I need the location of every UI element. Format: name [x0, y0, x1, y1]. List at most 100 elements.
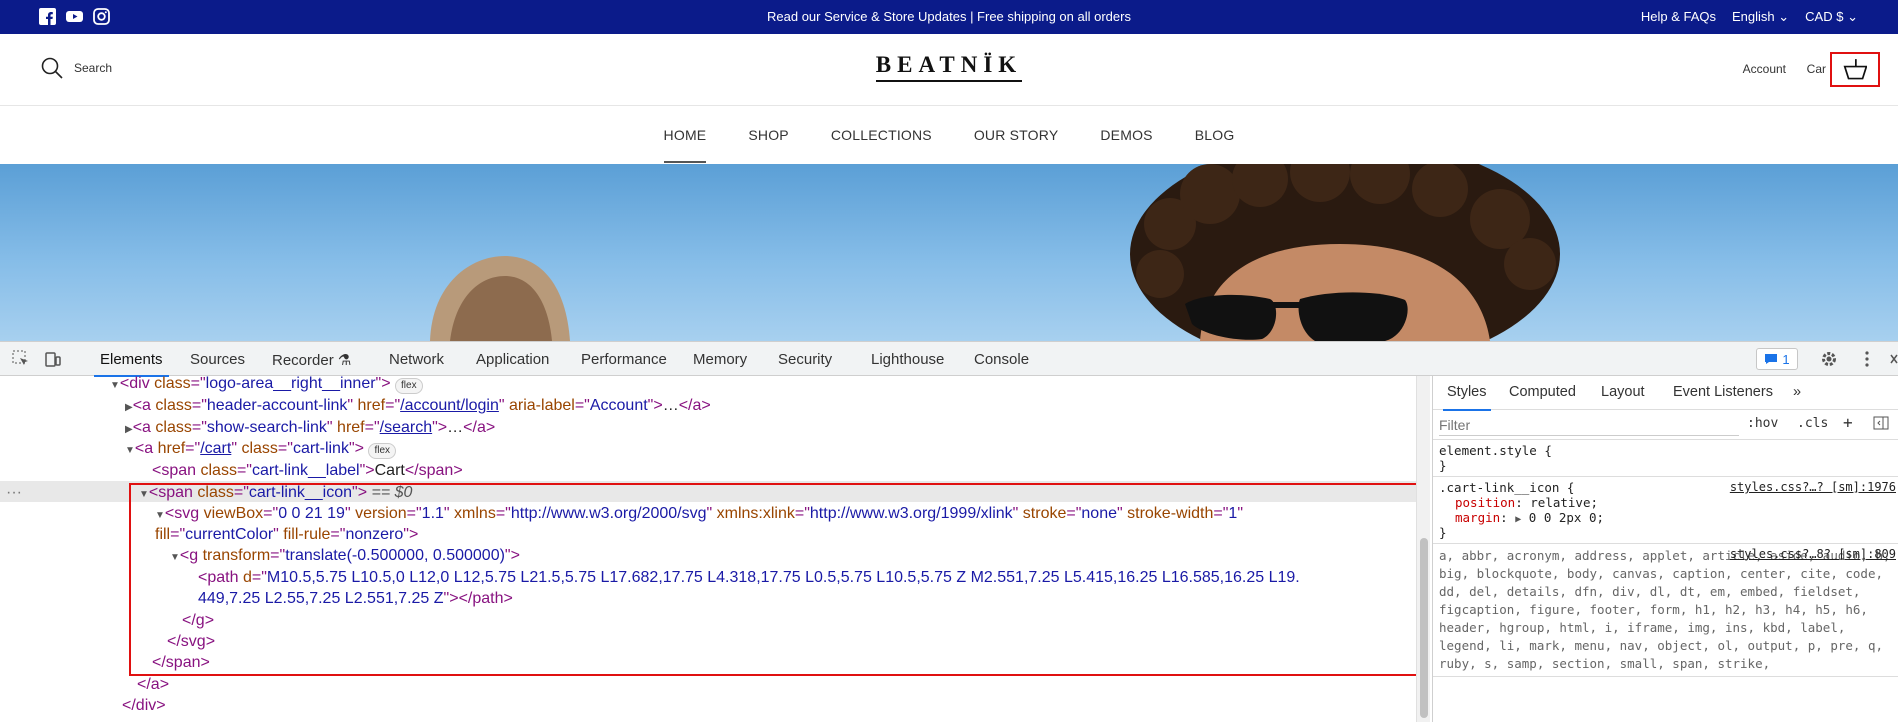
element-style-rule[interactable]: element.style { }	[1433, 440, 1898, 477]
nav-demos[interactable]: DEMOS	[1100, 106, 1152, 164]
hov-toggle[interactable]: :hov	[1747, 416, 1778, 431]
more-options-icon[interactable]	[1858, 350, 1876, 368]
cart-icon-highlight[interactable]	[1830, 52, 1880, 87]
announcement-bar: Read our Service & Store Updates | Free …	[0, 0, 1898, 34]
tab-performance[interactable]: Performance	[581, 351, 667, 368]
scrollbar-thumb[interactable]	[1420, 538, 1428, 718]
account-link[interactable]: Account	[1743, 62, 1786, 76]
attr-name: class	[155, 419, 192, 436]
attr-name: class	[200, 462, 237, 479]
recorder-label: Recorder	[272, 352, 334, 369]
attr-name: aria-label	[509, 397, 575, 414]
dom-node-cart-link[interactable]: ▼<a href="/cart" class="cart-link"> flex	[125, 438, 396, 459]
elements-scrollbar[interactable]	[1416, 376, 1430, 722]
attr-name: href	[357, 397, 386, 414]
close-icon[interactable]	[1890, 350, 1898, 368]
cart-label[interactable]: Car	[1807, 62, 1826, 76]
rule-selector-list: a, abbr, acronym, address, applet, artic…	[1439, 548, 1891, 671]
attr-link[interactable]: /cart	[200, 440, 231, 457]
flex-badge[interactable]: flex	[368, 443, 396, 459]
device-toolbar-icon[interactable]	[44, 350, 62, 368]
flex-badge[interactable]: flex	[395, 378, 423, 394]
attr-value: cart-link	[292, 440, 349, 457]
devtools-tab-bar: Elements Sources Recorder ⚗ Network Appl…	[0, 342, 1898, 377]
announcement-message[interactable]: Read our Service & Store Updates | Free …	[0, 9, 1898, 24]
highlight-box	[129, 483, 1420, 676]
attr-link[interactable]: /search	[380, 419, 432, 436]
issues-badge[interactable]: 1	[1756, 348, 1798, 370]
issues-count: 1	[1782, 351, 1790, 367]
logo-text: BEATNÏK	[875, 52, 1023, 82]
nav-collections[interactable]: COLLECTIONS	[831, 106, 932, 164]
cls-toggle[interactable]: .cls	[1797, 416, 1828, 431]
tab-application[interactable]: Application	[476, 351, 549, 368]
tab-memory[interactable]: Memory	[693, 351, 747, 368]
cart-link-icon-rule[interactable]: .cart-link__icon { styles.css?…? [sm]:19…	[1433, 477, 1898, 544]
dom-node-cart-label[interactable]: <span class="cart-link__label">Cart</spa…	[152, 460, 463, 481]
currency-selector[interactable]: CAD $ ⌄	[1805, 9, 1858, 25]
currency-label: CAD $	[1805, 9, 1844, 24]
property-value: relative;	[1530, 495, 1599, 510]
chevron-down-icon: ⌄	[1847, 9, 1858, 24]
language-selector[interactable]: English ⌄	[1732, 9, 1789, 25]
attr-name: class	[155, 397, 192, 414]
rule-close: }	[1439, 458, 1447, 473]
styles-tab-bar: Styles Computed Layout Event Listeners »	[1433, 376, 1898, 411]
dom-node-search-link[interactable]: ▶<a class="show-search-link" href="/sear…	[125, 417, 495, 438]
tab-computed[interactable]: Computed	[1509, 384, 1576, 400]
hero-image	[0, 164, 1898, 341]
chevron-double-right-icon[interactable]: »	[1793, 384, 1801, 400]
cart-icon	[1843, 58, 1867, 79]
dom-close-div[interactable]: </div>	[122, 695, 166, 716]
attr-name: href	[157, 440, 186, 457]
logo[interactable]: BEATNÏK	[0, 52, 1898, 82]
dom-node-logo-area[interactable]: ▼<div class="logo-area__right__inner"> f…	[110, 373, 423, 394]
locale-links: Help & FAQs English ⌄ CAD $ ⌄	[1641, 9, 1858, 25]
property-name: position	[1455, 495, 1516, 510]
styles-filter-input[interactable]	[1439, 414, 1739, 436]
expand-triangle-icon[interactable]: ▶	[1515, 514, 1521, 525]
attr-name: class	[154, 375, 191, 392]
tag-name: a	[150, 676, 160, 693]
main-nav: HOME SHOP COLLECTIONS OUR STORY DEMOS BL…	[0, 106, 1898, 164]
tab-security[interactable]: Security	[778, 351, 832, 368]
rule-source-link[interactable]: styles.css?…? [sm]:1976	[1730, 480, 1896, 494]
rule-property-position[interactable]: position: relative;	[1439, 495, 1892, 510]
tab-console[interactable]: Console	[974, 351, 1029, 368]
attr-value: header-account-link	[206, 397, 348, 414]
element-style-selector: element.style {	[1439, 443, 1552, 458]
language-label: English	[1732, 9, 1775, 24]
tab-network[interactable]: Network	[389, 351, 444, 368]
tab-lighthouse[interactable]: Lighthouse	[871, 351, 944, 368]
tab-event-listeners[interactable]: Event Listeners	[1673, 384, 1773, 400]
attr-link[interactable]: /account/login	[400, 397, 499, 414]
nav-our-story[interactable]: OUR STORY	[974, 106, 1059, 164]
sidebar-toggle-icon[interactable]	[1873, 416, 1889, 434]
tag-name: div	[135, 697, 157, 714]
nav-shop[interactable]: SHOP	[748, 106, 788, 164]
tab-elements[interactable]: Elements	[94, 351, 169, 377]
attr-name: class	[241, 440, 278, 457]
help-faqs-link[interactable]: Help & FAQs	[1641, 9, 1716, 25]
tag-name: div	[129, 375, 150, 392]
hero-photo	[430, 164, 1560, 341]
plus-icon[interactable]: +	[1843, 413, 1853, 432]
user-agent-reset-rule[interactable]: styles.css?…8? [sm]:809 a, abbr, acronym…	[1433, 544, 1898, 677]
dom-close-a[interactable]: </a>	[137, 674, 169, 695]
property-name: margin	[1455, 510, 1501, 525]
node-menu-icon[interactable]: ···	[6, 482, 22, 503]
rule-property-margin[interactable]: margin: ▶ 0 0 2px 0;	[1439, 510, 1892, 525]
tab-styles[interactable]: Styles	[1443, 384, 1490, 411]
nav-home[interactable]: HOME	[663, 106, 707, 163]
tab-layout[interactable]: Layout	[1601, 384, 1645, 400]
rule-source-link[interactable]: styles.css?…8? [sm]:809	[1730, 547, 1896, 561]
dom-node-account-link[interactable]: ▶<a class="header-account-link" href="/a…	[125, 395, 711, 416]
inspect-element-icon[interactable]	[12, 350, 30, 368]
nav-blog[interactable]: BLOG	[1195, 106, 1235, 164]
tab-sources[interactable]: Sources	[190, 351, 245, 368]
flask-icon: ⚗	[337, 352, 352, 369]
attr-value: show-search-link	[206, 419, 327, 436]
tab-recorder[interactable]: Recorder ⚗	[272, 351, 351, 369]
gear-icon[interactable]	[1820, 350, 1838, 368]
site-header: Search BEATNÏK Account Car	[0, 34, 1898, 106]
